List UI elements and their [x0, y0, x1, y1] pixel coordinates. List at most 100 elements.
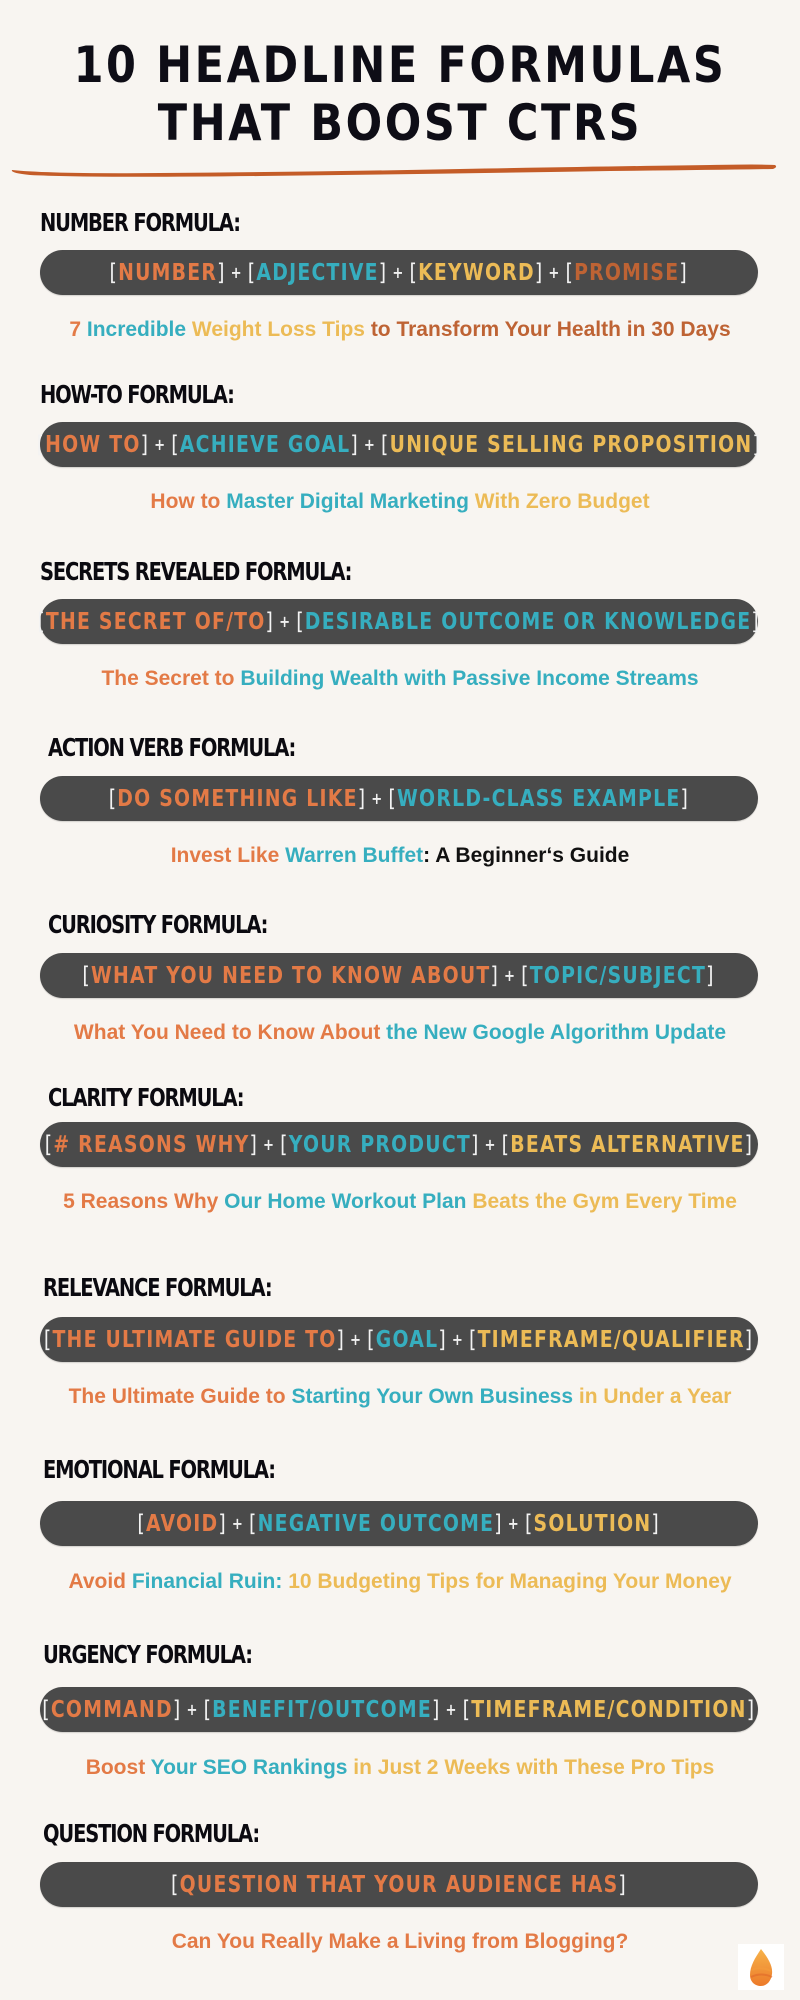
- close-bracket: ]: [336, 1326, 346, 1353]
- example-headline: 7 Incredible Weight Loss Tips to Transfo…: [0, 318, 800, 342]
- formula-part: PROMISE: [574, 259, 680, 286]
- formula-part: WORLD-CLASS EXAMPLE: [397, 785, 681, 812]
- formula-part: THE SECRET OF/TO: [46, 608, 266, 635]
- plus-separator: +: [350, 1329, 363, 1349]
- formula-label: URGENCY FORMULA:: [43, 1640, 253, 1669]
- title-underline: [11, 164, 777, 177]
- example-segment: Our Home Workout Plan: [224, 1190, 473, 1213]
- example-segment: 7: [69, 318, 87, 341]
- example-segment: the New Google Algorithm Update: [386, 1021, 727, 1044]
- close-bracket: ]: [618, 1871, 627, 1898]
- close-bracket: ]: [744, 1131, 754, 1158]
- close-bracket: ]: [490, 962, 500, 989]
- example-headline: Avoid Financial Ruin: 10 Budgeting Tips …: [0, 1570, 800, 1594]
- plus-separator: +: [232, 1513, 245, 1533]
- open-bracket: [: [280, 1131, 289, 1158]
- brand-logo: [738, 1944, 784, 1990]
- close-bracket: ]: [350, 431, 360, 458]
- plus-separator: +: [364, 434, 377, 454]
- plus-separator: +: [445, 1699, 458, 1719]
- example-headline: Can You Really Make a Living from Bloggi…: [0, 1930, 800, 1954]
- close-bracket: ]: [379, 259, 388, 286]
- example-headline: 5 Reasons Why Our Home Workout Plan Beat…: [0, 1190, 800, 1214]
- formula-part: YOUR PRODUCT: [288, 1131, 472, 1158]
- example-segment: Beats the Gym Every Time: [472, 1190, 737, 1213]
- close-bracket: ]: [751, 608, 761, 635]
- formula-pill: [THE SECRET OF/TO] + [DESIRABLE OUTCOME OR…: [38, 599, 761, 644]
- formula-label: CLARITY FORMULA:: [48, 1083, 245, 1112]
- close-bracket: ]: [746, 1696, 756, 1723]
- example-segment: Invest Like: [170, 844, 286, 867]
- close-bracket: ]: [651, 1510, 661, 1537]
- formula-part: TIMEFRAME/QUALIFIER: [477, 1326, 746, 1353]
- example-segment: What You Need to Know About: [73, 1021, 387, 1044]
- formula-template: [THE ULTIMATE GUIDE TO] + [GOAL] + [TIMEFRAM…: [44, 1327, 753, 1353]
- example-segment: Weight Loss Tips: [191, 318, 371, 341]
- example-headline: Invest Like Warren Buffet: A Beginner‘s …: [0, 844, 800, 868]
- formula-part: UNIQUE SELLING PROPOSITION: [389, 431, 753, 458]
- formula-pill: [AVOID] + [NEGATIVE OUTCOME] + [SOLUTION]: [40, 1501, 758, 1546]
- formula-part: QUESTION THAT YOUR AUDIENCE HAS: [179, 1871, 619, 1898]
- example-headline: Boost Your SEO Rankings in Just 2 Weeks …: [0, 1756, 800, 1780]
- close-bracket: ]: [494, 1510, 504, 1537]
- formula-label: CURIOSITY FORMULA:: [48, 910, 268, 939]
- example-segment: Boost: [85, 1756, 151, 1779]
- plus-separator: +: [186, 1699, 199, 1719]
- formula-part: ACHIEVE GOAL: [180, 431, 351, 458]
- formula-pill: [# REASONS WHY] + [YOUR PRODUCT] + [BEATS AL…: [40, 1122, 758, 1167]
- formula-part: AVOID: [146, 1510, 219, 1537]
- formula-pill: [COMMAND] + [BENEFIT/OUTCOME] + [TIMEFRAME/C…: [40, 1687, 758, 1732]
- title-line-2: THAT BOOST CTRS: [157, 94, 643, 152]
- example-segment: Incredible: [86, 318, 192, 341]
- close-bracket: ]: [535, 259, 544, 286]
- close-bracket: ]: [140, 431, 150, 458]
- plus-separator: +: [392, 262, 405, 282]
- formula-part: COMMAND: [51, 1696, 174, 1723]
- example-headline: The Ultimate Guide to Starting Your Own …: [0, 1385, 800, 1409]
- close-bracket: ]: [745, 1326, 754, 1353]
- formula-template: [QUESTION THAT YOUR AUDIENCE HAS]: [171, 1872, 627, 1898]
- plus-separator: +: [371, 788, 384, 808]
- formula-pill: [NUMBER] + [ADJECTIVE] + [KEYWORD] + [PROMISE]: [40, 250, 758, 295]
- title-line-1: 10 HEADLINE FORMULAS: [73, 36, 727, 94]
- plus-separator: +: [154, 434, 167, 454]
- example-segment: Building Wealth with Passive Income Stre…: [240, 667, 699, 690]
- page-title: 10 HEADLINE FORMULAS THAT BOOST CTRS: [56, 36, 744, 152]
- plus-separator: +: [263, 1134, 276, 1154]
- close-bracket: ]: [752, 431, 762, 458]
- example-segment: : A Beginner‘s Guide: [423, 844, 630, 867]
- example-segment: How to: [150, 490, 227, 513]
- plus-separator: +: [548, 262, 561, 282]
- formula-template: [HOW TO] + [ACHIEVE GOAL] + [UNIQUE SELLING …: [37, 432, 762, 458]
- formula-label: EMOTIONAL FORMULA:: [43, 1455, 276, 1484]
- formula-template: [DO SOMETHING LIKE] + [WORLD-CLASS EXAMPLE…: [109, 786, 689, 812]
- formula-part: DO SOMETHING LIKE: [117, 785, 358, 812]
- example-segment: The Secret to: [101, 667, 241, 690]
- example-segment: to Transform Your Health in 30 Days: [370, 318, 731, 341]
- formula-label: NUMBER FORMULA:: [40, 208, 241, 237]
- close-bracket: ]: [432, 1696, 441, 1723]
- example-headline: What You Need to Know About the New Goog…: [0, 1021, 800, 1045]
- formula-part: BEATS ALTERNATIVE: [510, 1131, 745, 1158]
- formula-part: TOPIC/SUBJECT: [530, 962, 707, 989]
- formula-pill: [QUESTION THAT YOUR AUDIENCE HAS]: [40, 1862, 758, 1907]
- close-bracket: ]: [218, 1510, 228, 1537]
- example-segment: 10 Budgeting Tips for Managing Your Mone…: [288, 1570, 732, 1593]
- example-headline: How to Master Digital Marketing With Zer…: [0, 490, 800, 514]
- close-bracket: ]: [679, 259, 689, 286]
- close-bracket: ]: [249, 1131, 259, 1158]
- close-bracket: ]: [173, 1696, 182, 1723]
- formula-label: RELEVANCE FORMULA:: [43, 1273, 273, 1302]
- formula-part: ADJECTIVE: [256, 259, 380, 286]
- plus-separator: +: [504, 965, 517, 985]
- example-segment: in Under a Year: [578, 1385, 732, 1408]
- formula-template: [WHAT YOU NEED TO KNOW ABOUT] + [TOPIC/SUB…: [83, 963, 715, 989]
- formula-pill: [THE ULTIMATE GUIDE TO] + [GOAL] + [TIMEFRAM…: [40, 1317, 758, 1362]
- formula-label: QUESTION FORMULA:: [43, 1819, 260, 1848]
- example-segment: Can You Really Make a Living from Bloggi…: [171, 1930, 629, 1953]
- flame-drop-logo-icon: [750, 1949, 773, 1986]
- example-segment: Starting Your Own Business: [291, 1385, 579, 1408]
- formula-template: [THE SECRET OF/TO] + [DESIRABLE OUTCOME OR…: [38, 609, 761, 635]
- formula-part: HOW TO: [45, 431, 141, 458]
- example-segment: Financial Ruin:: [131, 1570, 289, 1593]
